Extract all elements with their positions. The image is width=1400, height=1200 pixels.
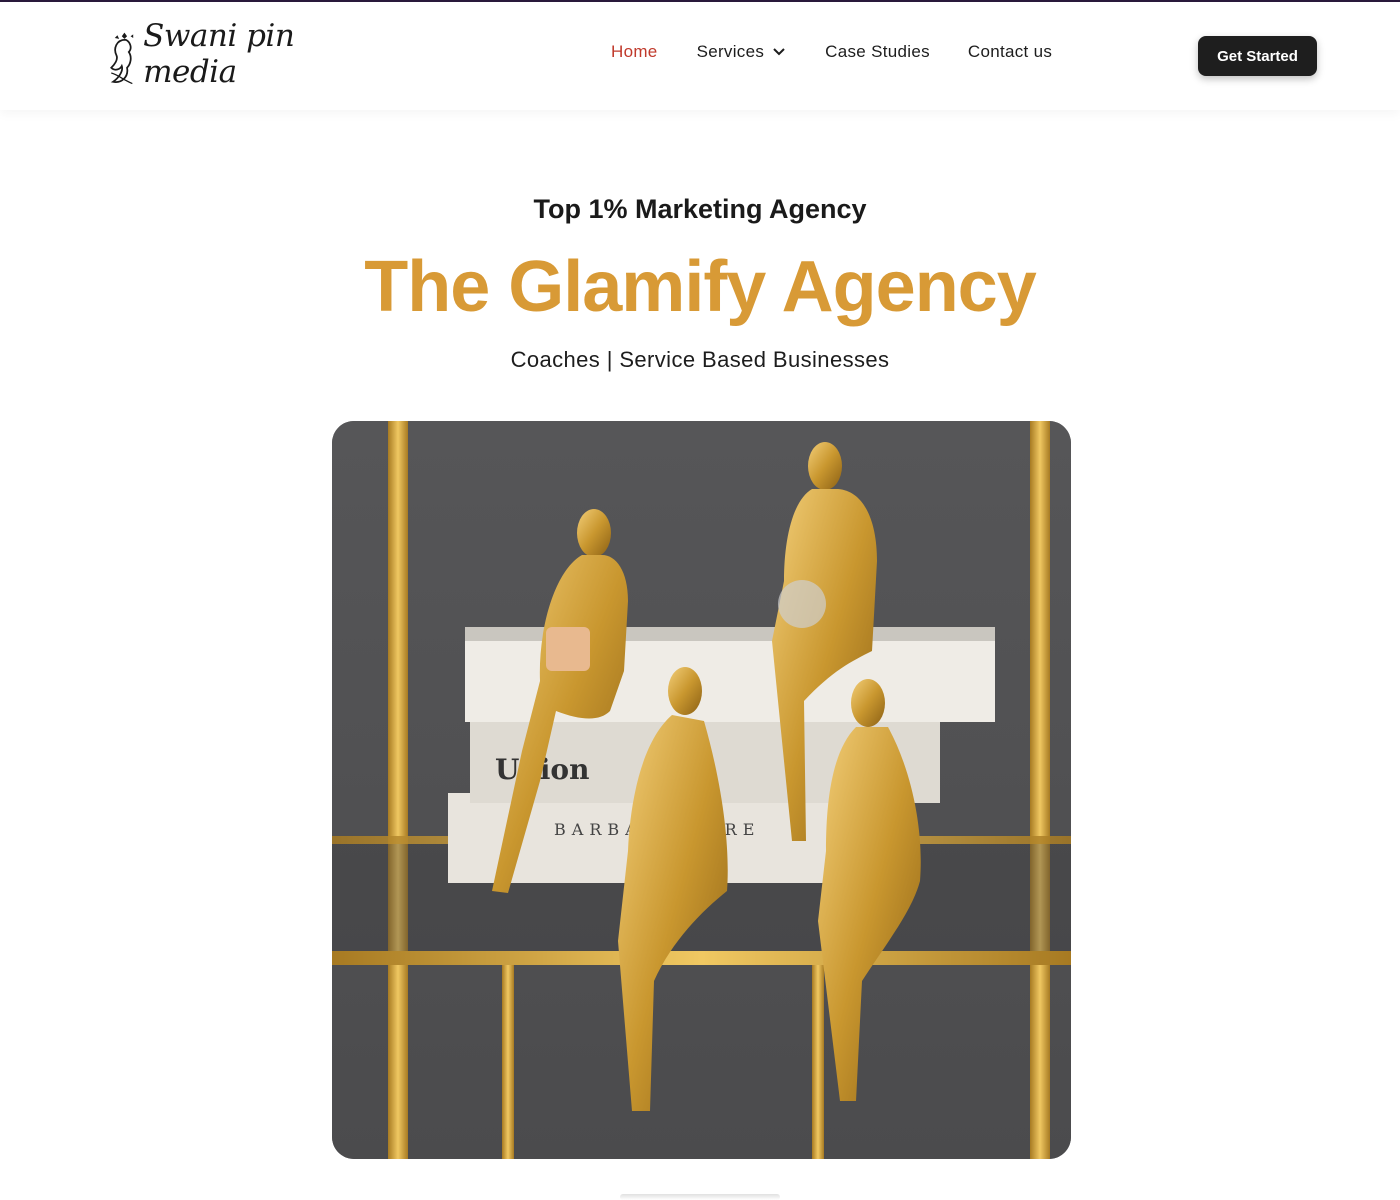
bottom-edge-shadow (620, 1194, 780, 1200)
hero-eyebrow: Top 1% Marketing Agency (533, 194, 867, 224)
hero-subtitle: Coaches | Service Based Businesses (510, 347, 890, 372)
chevron-down-icon (773, 48, 785, 56)
main-nav: Home Services Case Studies Contact us (611, 42, 1052, 62)
brand-logo[interactable]: Swani pin media (106, 18, 366, 92)
hero-title: The Glamify Agency (364, 247, 1037, 327)
gold-figurines-illustration: Union BARBARA BARE (332, 421, 1071, 1159)
nav-item-home[interactable]: Home (611, 42, 658, 62)
site-header: Swani pin media Home Services Case Studi… (0, 2, 1400, 110)
nav-item-services-label: Services (696, 42, 765, 61)
get-started-button[interactable]: Get Started (1198, 36, 1317, 76)
hero-image: Union BARBARA BARE (332, 421, 1071, 1159)
nav-item-case-studies[interactable]: Case Studies (825, 42, 930, 62)
woman-silhouette-logo-icon (110, 32, 134, 85)
nav-item-services[interactable]: Services (697, 42, 787, 62)
brand-name: Swani pin media (143, 18, 295, 90)
nav-item-contact-us[interactable]: Contact us (968, 42, 1052, 62)
